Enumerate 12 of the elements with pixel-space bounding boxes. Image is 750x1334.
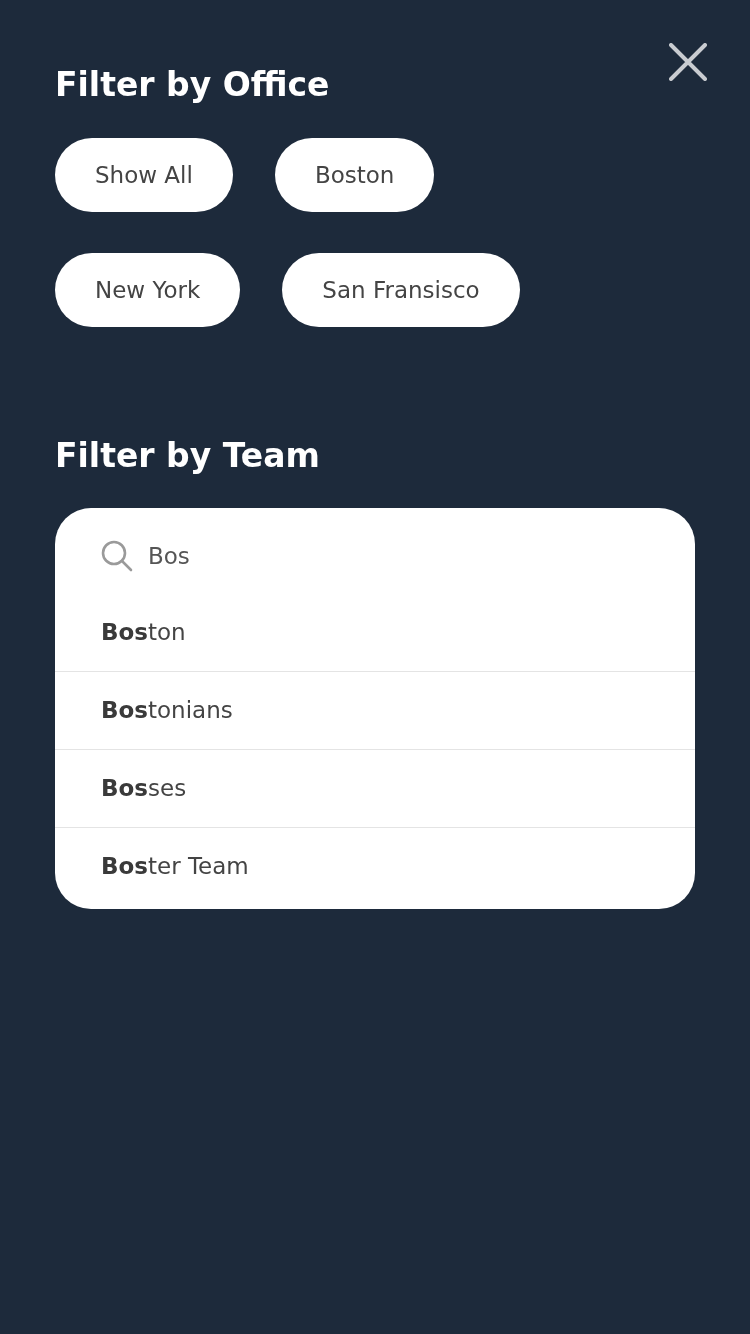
section-title: Filter by Team: [55, 435, 320, 477]
office-chip[interactable]: San Fransisco: [282, 253, 520, 327]
office-chip[interactable]: New York: [55, 253, 241, 327]
close-icon[interactable]: [669, 43, 707, 81]
suggestion-item[interactable]: Bostonians: [55, 671, 695, 749]
suggestion-item[interactable]: Bosses: [55, 749, 695, 827]
section-title: Filter by Office: [55, 64, 330, 106]
search-icon: [100, 539, 134, 573]
suggestion-item[interactable]: Boston: [55, 594, 695, 671]
suggestion-item[interactable]: Boster Team: [55, 827, 695, 905]
office-chip[interactable]: Show All: [55, 138, 233, 212]
office-chip[interactable]: Boston: [274, 138, 435, 212]
